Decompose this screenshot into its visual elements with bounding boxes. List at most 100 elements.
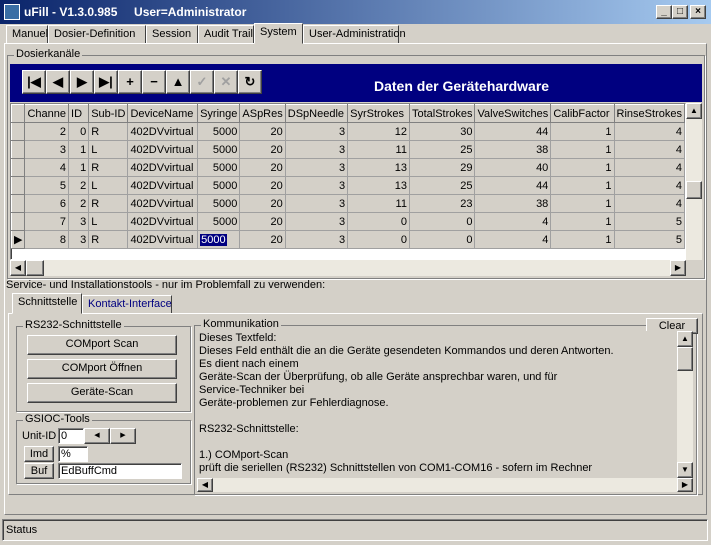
- table-cell[interactable]: 4: [474, 212, 552, 231]
- table-cell[interactable]: 11: [347, 140, 410, 159]
- table-cell[interactable]: 5000: [197, 140, 241, 159]
- unit-id-up-icon[interactable]: ▶: [110, 428, 136, 444]
- table-cell[interactable]: 3: [285, 158, 349, 177]
- table-cell[interactable]: 4: [614, 176, 685, 195]
- column-header[interactable]: DSpNeedle: [284, 104, 349, 123]
- table-cell[interactable]: 3: [68, 230, 90, 249]
- hardware-grid[interactable]: Channe ID Sub-ID DeviceName Syringe ASpR…: [10, 103, 686, 260]
- table-cell[interactable]: 20: [239, 212, 286, 231]
- row-indicator[interactable]: [11, 176, 26, 195]
- table-cell[interactable]: 25: [409, 176, 476, 195]
- table-cell[interactable]: 5000: [197, 230, 241, 249]
- table-cell[interactable]: 4: [614, 194, 685, 213]
- minimize-icon[interactable]: _: [656, 5, 672, 19]
- delete-icon[interactable]: −: [142, 70, 166, 94]
- table-cell[interactable]: 402DVvirtual: [127, 194, 199, 213]
- grid-vertical-scrollbar[interactable]: ▲: [686, 103, 702, 260]
- first-icon[interactable]: |◀: [22, 70, 46, 94]
- column-header[interactable]: ValveSwitches: [474, 104, 552, 123]
- table-cell[interactable]: 23: [409, 194, 476, 213]
- tab-dosier-definition[interactable]: Dosier-Definition: [48, 25, 146, 44]
- table-cell[interactable]: 4: [614, 140, 685, 159]
- cancel-icon[interactable]: ✕: [214, 70, 238, 94]
- table-cell[interactable]: R: [88, 122, 129, 141]
- tab-kontakt-interface[interactable]: Kontakt-Interface: [82, 295, 172, 314]
- grid-horizontal-scrollbar[interactable]: ◀ ▶: [10, 260, 686, 276]
- table-cell[interactable]: 4: [614, 158, 685, 177]
- table-cell[interactable]: 4: [614, 122, 685, 141]
- table-cell[interactable]: 0: [347, 230, 410, 249]
- table-row[interactable]: 2 0 R 402DVvirtual 5000 20 3 12 30 44 1 4: [11, 122, 685, 141]
- maximize-icon[interactable]: □: [672, 5, 688, 19]
- column-header[interactable]: TotalStrokes: [408, 104, 476, 123]
- table-cell[interactable]: 1: [68, 140, 90, 159]
- table-cell[interactable]: 40: [474, 158, 552, 177]
- table-cell[interactable]: 5: [614, 212, 685, 231]
- table-cell[interactable]: R: [88, 194, 129, 213]
- scroll-right-icon[interactable]: ▶: [670, 260, 686, 276]
- table-row[interactable]: 5 2 L 402DVvirtual 5000 20 3 13 25 44 1 4: [11, 176, 685, 195]
- table-cell[interactable]: 5000: [197, 122, 241, 141]
- scroll-down-icon[interactable]: ▼: [677, 462, 693, 478]
- column-header[interactable]: Syringe: [197, 104, 241, 123]
- comport-scan-button[interactable]: COMport Scan: [27, 335, 177, 355]
- row-indicator[interactable]: [11, 122, 26, 141]
- table-cell[interactable]: 5000: [197, 194, 241, 213]
- scroll-up-icon[interactable]: ▲: [677, 331, 693, 347]
- column-header[interactable]: SyrStrokes: [347, 104, 410, 123]
- table-cell[interactable]: R: [88, 230, 129, 249]
- table-cell[interactable]: 402DVvirtual: [127, 158, 199, 177]
- table-cell[interactable]: 20: [239, 140, 286, 159]
- tab-manuell[interactable]: Manuell: [6, 25, 51, 44]
- tab-user-administration[interactable]: User-Administration: [303, 25, 406, 44]
- table-cell[interactable]: 3: [285, 122, 349, 141]
- table-cell[interactable]: 402DVvirtual: [127, 122, 199, 141]
- next-icon[interactable]: ▶: [70, 70, 94, 94]
- table-row[interactable]: 7 3 L 402DVvirtual 5000 20 3 0 0 4 1 5: [11, 212, 685, 231]
- column-header[interactable]: Sub-ID: [88, 104, 129, 123]
- column-header[interactable]: ID: [68, 104, 90, 123]
- scroll-left-icon[interactable]: ◀: [10, 260, 26, 276]
- table-cell[interactable]: 3: [285, 212, 349, 231]
- table-cell[interactable]: 13: [347, 158, 410, 177]
- table-cell[interactable]: L: [88, 212, 129, 231]
- table-cell[interactable]: 402DVvirtual: [127, 140, 199, 159]
- table-cell[interactable]: 1: [68, 158, 90, 177]
- refresh-icon[interactable]: ↻: [238, 70, 262, 94]
- table-cell[interactable]: 30: [409, 122, 476, 141]
- imd-field[interactable]: %: [58, 446, 88, 462]
- edit-icon[interactable]: ▲: [166, 70, 190, 94]
- table-cell[interactable]: 44: [474, 176, 552, 195]
- table-cell[interactable]: 7: [24, 212, 70, 231]
- table-row[interactable]: 4 1 R 402DVvirtual 5000 20 3 13 29 40 1 4: [11, 158, 685, 177]
- tab-session[interactable]: Session: [146, 25, 198, 44]
- table-cell[interactable]: 1: [550, 176, 615, 195]
- table-cell[interactable]: 402DVvirtual: [127, 176, 199, 195]
- row-indicator[interactable]: [11, 140, 26, 159]
- imd-button[interactable]: Imd: [24, 446, 54, 462]
- table-cell[interactable]: 1: [550, 158, 615, 177]
- table-cell[interactable]: 5000: [197, 176, 241, 195]
- table-cell[interactable]: 5: [614, 230, 685, 249]
- table-cell[interactable]: 1: [550, 212, 615, 231]
- tab-audit-trail[interactable]: Audit Trail: [198, 25, 254, 44]
- table-cell[interactable]: 11: [347, 194, 410, 213]
- table-cell[interactable]: 0: [68, 122, 90, 141]
- table-cell[interactable]: 5000: [197, 212, 241, 231]
- scroll-left-icon[interactable]: ◀: [197, 478, 213, 492]
- table-cell[interactable]: 5000: [197, 158, 241, 177]
- table-cell[interactable]: 3: [68, 212, 90, 231]
- close-icon[interactable]: ×: [690, 5, 706, 19]
- table-cell[interactable]: 402DVvirtual: [127, 230, 199, 249]
- table-cell[interactable]: 1: [550, 230, 615, 249]
- table-cell[interactable]: 20: [239, 122, 286, 141]
- insert-icon[interactable]: +: [118, 70, 142, 94]
- table-cell[interactable]: L: [88, 140, 129, 159]
- table-cell[interactable]: L: [88, 176, 129, 195]
- scroll-thumb[interactable]: [26, 260, 44, 276]
- table-cell[interactable]: 3: [285, 140, 349, 159]
- table-cell[interactable]: 29: [409, 158, 476, 177]
- table-cell[interactable]: 38: [474, 194, 552, 213]
- comport-open-button[interactable]: COMport Öffnen: [27, 359, 177, 379]
- table-cell[interactable]: 2: [68, 194, 90, 213]
